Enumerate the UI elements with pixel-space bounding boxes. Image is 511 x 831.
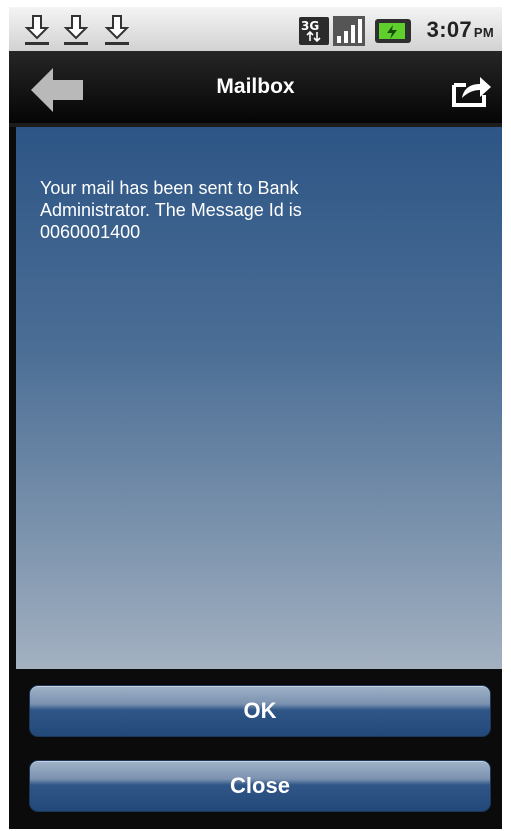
- time-value: 3:07: [426, 17, 472, 42]
- status-bar: 3G 3:07 PM: [9, 7, 502, 51]
- title-bar: Mailbox: [9, 51, 502, 127]
- page-title: Mailbox: [216, 75, 295, 98]
- battery-charging-icon: [375, 19, 411, 43]
- ok-button[interactable]: OK: [29, 685, 491, 737]
- 3g-icon: 3G: [299, 17, 329, 45]
- share-icon[interactable]: [452, 73, 492, 107]
- signal-icon: [333, 16, 365, 46]
- message-panel: Your mail has been sent to Bank Administ…: [16, 127, 502, 669]
- status-time: 3:07 PM: [427, 17, 494, 43]
- confirmation-message: Your mail has been sent to Bank Administ…: [40, 178, 302, 242]
- close-button[interactable]: Close: [29, 760, 491, 812]
- phone-screen: 3G 3:07 PM Mailbox Your mail has been se…: [9, 7, 502, 829]
- download-icon: [24, 15, 50, 45]
- time-ampm: PM: [473, 25, 494, 40]
- download-icon: [63, 15, 89, 45]
- network-badge-text: 3G: [301, 19, 319, 33]
- download-icon: [104, 15, 130, 45]
